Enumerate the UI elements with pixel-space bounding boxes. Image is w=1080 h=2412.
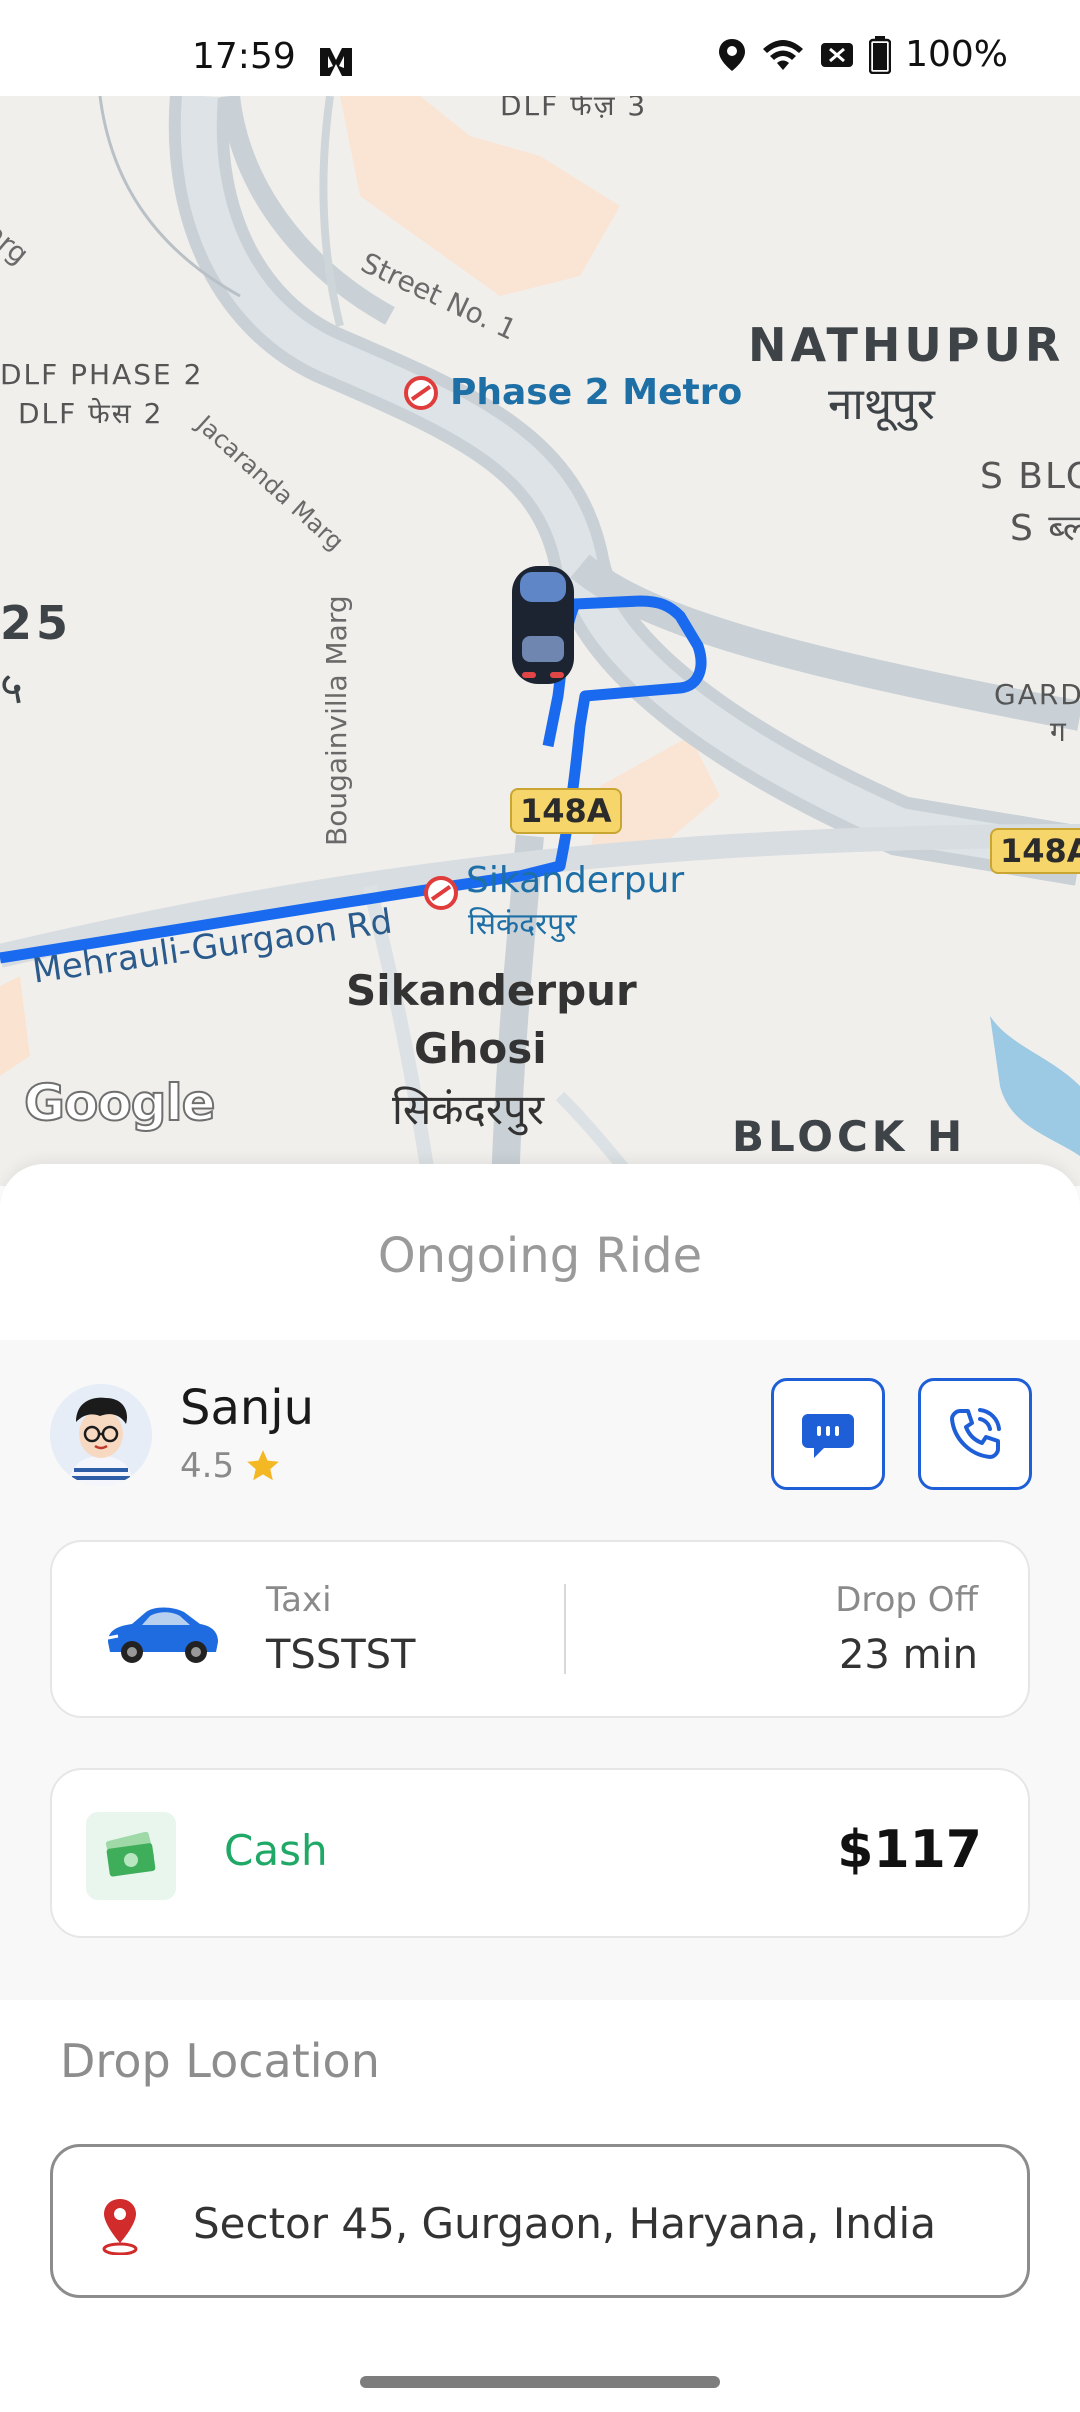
home-indicator[interactable]: [360, 2376, 720, 2388]
metro-icon: [404, 376, 438, 410]
car-icon: [107, 1607, 218, 1663]
avatar-icon: [50, 1384, 152, 1486]
driver-rating: 4.5: [180, 1446, 282, 1486]
route-badge-148a: 148A: [510, 788, 622, 834]
phone-icon: [950, 1408, 1001, 1459]
google-logo: Google: [23, 1073, 217, 1133]
sheet-title: Ongoing Ride: [377, 1228, 703, 1284]
payment-card: Cash $117: [50, 1768, 1030, 1938]
map-label-sector25: 25: [0, 596, 73, 650]
map-view[interactable]: DLF फेज़ 3 Street No. 1 NATHUPUR नाथूपुर…: [0, 96, 1080, 1186]
map-label-s-block-hindi: S ब्ल: [1010, 508, 1080, 549]
map-label-s-block: S BLO: [980, 456, 1080, 497]
chat-button[interactable]: [771, 1378, 885, 1490]
location-icon: [719, 38, 746, 71]
map-label-block-h: BLOCK H: [732, 1112, 967, 1161]
fare-amount: $117: [837, 1820, 982, 1880]
battery-icon: [869, 35, 892, 74]
star-icon: [247, 1450, 279, 1481]
cash-icon-container: [86, 1812, 176, 1900]
map-label-sector25-hindi: ५: [0, 663, 23, 714]
dropoff-eta: 23 min: [838, 1632, 978, 1678]
driver-name: Sanju: [180, 1380, 315, 1436]
cash-icon: [105, 1832, 156, 1877]
avatar: [50, 1384, 152, 1486]
map-label-dlf-top: DLF फेज़ 3: [500, 96, 648, 122]
wifi-icon: [763, 39, 804, 70]
drop-location-address: Sector 45, Gurgaon, Haryana, India: [193, 2199, 936, 2248]
notification-icon: [821, 42, 854, 67]
map-label-phase2-metro: Phase 2 Metro: [450, 372, 743, 413]
card-divider: [564, 1584, 566, 1674]
drop-location-heading: Drop Location: [60, 2034, 380, 2088]
chat-icon: [802, 1414, 854, 1458]
status-bar: 17:59 100%: [0, 0, 1080, 96]
rating-value: 4.5: [180, 1446, 235, 1486]
status-time: 17:59: [192, 36, 296, 77]
map-label-sikanderpur-metro: Sikanderpur: [466, 860, 685, 901]
payment-method: Cash: [224, 1826, 328, 1875]
location-pin-icon: [102, 2199, 138, 2255]
call-button[interactable]: [918, 1378, 1032, 1490]
vehicle-type: Taxi: [266, 1580, 332, 1620]
map-label-nathupur-hindi: नाथूपुर: [828, 379, 935, 430]
map-label-nathupur: NATHUPUR: [748, 318, 1065, 372]
app-icon: [320, 48, 352, 76]
map-label-dlf-phase2: DLF PHASE 2: [0, 358, 204, 391]
map-label-sikanderpur-ghosi-hindi: सिकंदरपुर: [392, 1085, 545, 1134]
map-label-sikanderpur-ghosi-1: Sikanderpur: [346, 966, 637, 1015]
map-label-garden-hindi: ग: [1050, 715, 1068, 748]
route-badge-148a-right: 148A: [990, 828, 1080, 874]
car-marker: [512, 566, 574, 684]
map-label-dlf-phase2-hindi: DLF फेस 2: [18, 397, 164, 430]
drop-location-field[interactable]: Sector 45, Gurgaon, Haryana, India: [50, 2144, 1030, 2298]
vehicle-plate: TSSTST: [266, 1632, 416, 1678]
map-roads: [0, 96, 1080, 1186]
vehicle-eta-card: Taxi TSSTST Drop Off 23 min: [50, 1540, 1030, 1718]
map-label-garden: GARD: [994, 678, 1080, 711]
map-label-bougainvilla: Bougainvilla Marg: [320, 595, 353, 846]
battery-percentage: 100%: [905, 34, 1008, 75]
metro-icon: [424, 876, 458, 910]
dropoff-label: Drop Off: [835, 1580, 978, 1620]
map-label-sikanderpur-ghosi-2: Ghosi: [414, 1024, 547, 1073]
map-label-sikanderpur-metro-hindi: सिकंदरपुर: [468, 907, 577, 942]
